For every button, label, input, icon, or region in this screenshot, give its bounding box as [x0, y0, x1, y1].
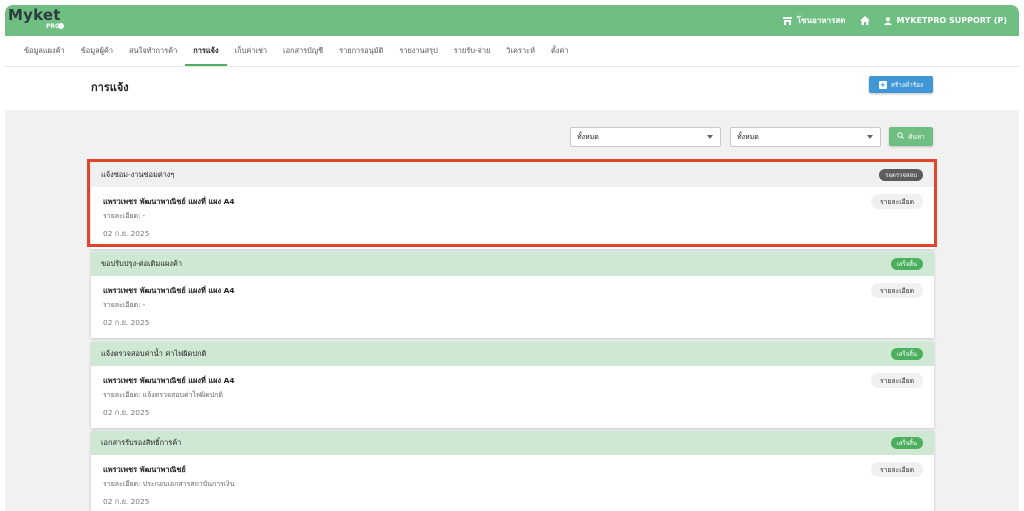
logo-word: Myket — [8, 6, 61, 24]
tab-item[interactable]: วิเคราะห์ — [498, 36, 543, 66]
request-card-header: แจ้งตรวจสอบค่าน้ำ ค่าไฟผิดปกติ เสร็จสิ้น — [91, 342, 934, 366]
tab-item[interactable]: เอกสารบัญชี — [275, 36, 331, 66]
top-right-menu: โซนอาหารสด MYKETPRO SUPPORT (P) — [782, 5, 1008, 36]
request-category: ขอปรับปรุง-ต่อเติมแผงค้า — [101, 259, 183, 268]
detail-button[interactable]: รายละเอียด — [871, 283, 923, 298]
detail-button[interactable]: รายละเอียด — [871, 194, 923, 209]
request-category: เอกสารรับรองสิทธิ์การค้า — [101, 438, 182, 447]
request-card-body: แพรวเพชร พัฒนาพาณิชย์ แผงที่ แผง A4 รายละ… — [91, 366, 934, 428]
nav-bar: ข้อมูลแผงค้า ข้อมูลผู้ค้า สนใจทำการค้า การแ… — [5, 36, 1019, 66]
logo-dot-icon — [58, 23, 64, 29]
status-badge: เสร็จสิ้น — [890, 258, 923, 270]
seller-name: แพรวเพชร พัฒนาพาณิชย์ แผงที่ แผง A4 — [103, 197, 235, 206]
request-card-body: แพรวเพชร พัฒนาพาณิชย์ แผงที่ แผง A4 รายละ… — [91, 276, 934, 338]
request-card: ขอปรับปรุง-ต่อเติมแผงค้า เสร็จสิ้นแพรวเพช… — [91, 252, 934, 338]
tab-item[interactable]: ข้อมูลผู้ค้า — [73, 36, 121, 66]
seller-name: แพรวเพชร พัฒนาพาณิชย์ แผงที่ แผง A4 — [103, 376, 235, 385]
status-badge: รอตรวจสอบ — [879, 169, 923, 181]
request-date: 02 ก.ย. 2025 — [103, 229, 150, 238]
store-link[interactable]: โซนอาหารสด — [782, 14, 846, 27]
create-request-label: สร้างคำร้อง — [890, 80, 924, 89]
search-button[interactable]: ค้นหา — [889, 127, 933, 146]
status-badge: เสร็จสิ้น — [890, 437, 923, 449]
detail-button[interactable]: รายละเอียด — [871, 462, 923, 477]
tab-item[interactable]: ข้อมูลแผงค้า — [16, 36, 73, 66]
tab-item[interactable]: เก็บค่าเช่า — [227, 36, 275, 66]
user-label: MYKETPRO SUPPORT (P) — [896, 16, 1008, 25]
request-date: 02 ก.ย. 2025 — [103, 497, 150, 506]
request-detail: รายละเอียด: - — [103, 301, 146, 309]
tab-item[interactable]: รายการอนุมัติ — [331, 36, 391, 66]
request-card-header: ขอปรับปรุง-ต่อเติมแผงค้า เสร็จสิ้น — [91, 252, 934, 276]
request-card-body: แพรวเพชร พัฒนาพาณิชย์รายละเอียด: ประกอบเ… — [91, 455, 934, 511]
store-icon — [782, 16, 792, 25]
filter-select-2[interactable]: ทั้งหมด — [730, 127, 881, 147]
request-date: 02 ก.ย. 2025 — [103, 318, 150, 327]
request-date: 02 ก.ย. 2025 — [103, 408, 150, 417]
seller-name: แพรวเพชร พัฒนาพาณิชย์ แผงที่ แผง A4 — [103, 286, 235, 295]
tab-item[interactable]: สนใจทำการค้า — [121, 36, 185, 66]
request-card-body: แพรวเพชร พัฒนาพาณิชย์ แผงที่ แผง A4 รายละ… — [91, 187, 934, 249]
request-card: แจ้งซ่อม-งานซ่อมต่างๆ รอตรวจสอบแพรวเพชร พ… — [91, 163, 934, 249]
search-icon — [897, 132, 905, 141]
page-title: การแจ้ง — [91, 81, 129, 94]
store-link-label: โซนอาหารสด — [796, 16, 846, 25]
nav-tabs: ข้อมูลแผงค้า ข้อมูลผู้ค้า สนใจทำการค้า การแ… — [16, 36, 576, 66]
seller-name: แพรวเพชร พัฒนาพาณิชย์ — [103, 465, 186, 474]
filter-select-2-value: ทั้งหมด — [737, 132, 759, 141]
plus-icon: + — [878, 80, 887, 89]
top-bar: Myket PRO โซนอาหารสด MYKETPRO SUPPORT (P… — [5, 5, 1019, 36]
user-icon — [883, 16, 892, 25]
status-badge: เสร็จสิ้น — [890, 348, 923, 360]
request-category: แจ้งตรวจสอบค่าน้ำ ค่าไฟผิดปกติ — [101, 349, 207, 358]
user-menu[interactable]: MYKETPRO SUPPORT (P) — [883, 16, 1008, 25]
create-request-button[interactable]: + สร้างคำร้อง — [869, 76, 933, 93]
request-card-header: แจ้งซ่อม-งานซ่อมต่างๆ รอตรวจสอบ — [91, 163, 934, 187]
request-card-header: เอกสารรับรองสิทธิ์การค้า เสร็จสิ้น — [91, 431, 934, 455]
home-button[interactable] — [859, 16, 870, 25]
tab-item[interactable]: รายงานสรุป — [391, 36, 445, 66]
tab-item[interactable]: รายรับ-จ่าย — [446, 36, 499, 66]
title-bar: การแจ้ง + สร้างคำร้อง — [5, 66, 1019, 110]
logo[interactable]: Myket PRO — [8, 5, 68, 36]
request-card: แจ้งตรวจสอบค่าน้ำ ค่าไฟผิดปกติ เสร็จสิ้นแ… — [91, 342, 934, 428]
filter-select-1[interactable]: ทั้งหมด — [570, 127, 721, 147]
tab-item[interactable]: ตั้งค่า — [543, 36, 577, 66]
request-category: แจ้งซ่อม-งานซ่อมต่างๆ — [101, 170, 175, 179]
tab-item[interactable]: การแจ้ง — [185, 36, 227, 66]
detail-button[interactable]: รายละเอียด — [871, 373, 923, 388]
search-label: ค้นหา — [908, 132, 925, 141]
chevron-down-icon — [707, 135, 713, 139]
chevron-down-icon — [867, 135, 873, 139]
home-icon — [859, 16, 870, 25]
request-detail: รายละเอียด: ประกอบเอกสารสถาบันการเงิน — [103, 480, 235, 488]
request-detail: รายละเอียด: แจ้งตรวจสอบค่าไฟผิดปกติ — [103, 391, 223, 399]
request-detail: รายละเอียด: - — [103, 212, 146, 220]
filter-select-1-value: ทั้งหมด — [577, 132, 599, 141]
request-card: เอกสารรับรองสิทธิ์การค้า เสร็จสิ้นแพรวเพช… — [91, 431, 934, 511]
app-frame: Myket PRO โซนอาหารสด MYKETPRO SUPPORT (P… — [5, 5, 1019, 511]
